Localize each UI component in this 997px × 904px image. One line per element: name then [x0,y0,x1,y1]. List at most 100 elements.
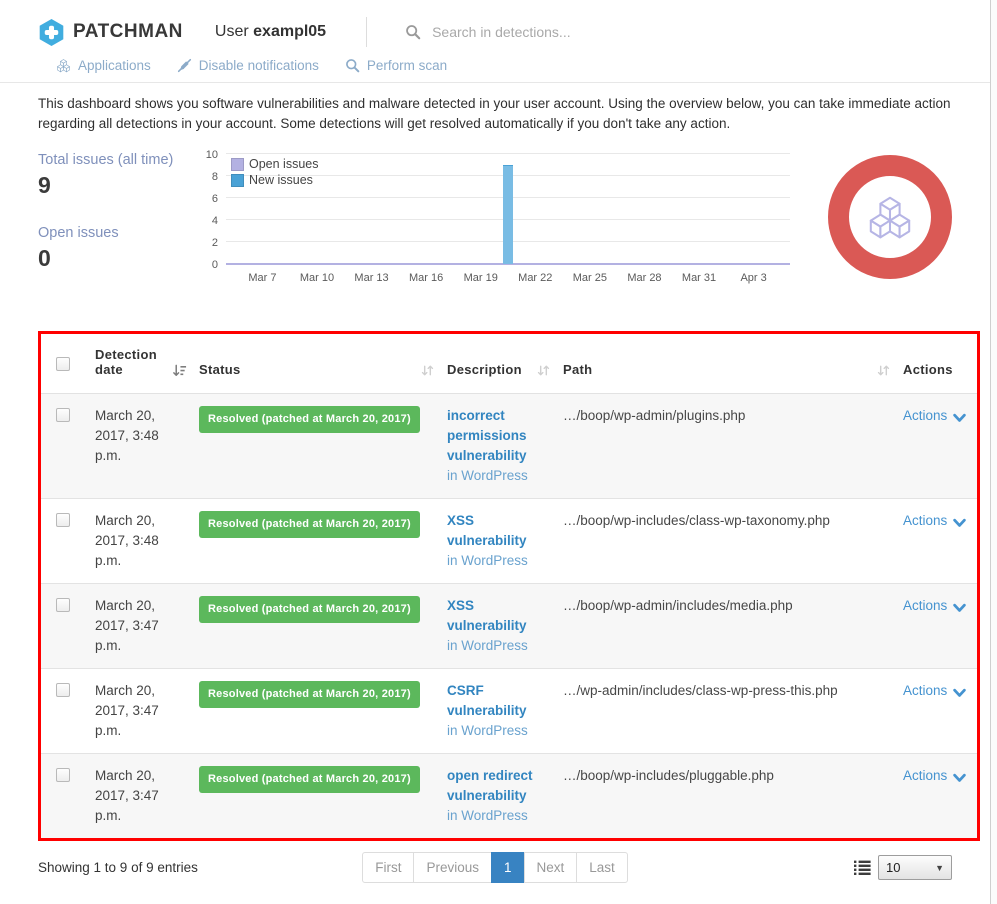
chevron-down-icon [953,413,966,423]
detection-date: March 20, 2017, 3:47 p.m. [87,754,191,839]
vulnerability-link[interactable]: XSS vulnerability [447,596,547,636]
detections-table-highlight: Detection dateStatusDescription Path Actio… [38,331,980,841]
column-header-path[interactable]: Path [555,334,895,394]
application-link[interactable]: in WordPress [447,721,547,741]
actions-label: Actions [903,766,947,786]
x-tick-label: Mar 31 [682,272,716,284]
actions-dropdown[interactable]: Actions [903,681,966,701]
page-button-previous[interactable]: Previous [413,852,492,883]
sort-icon [876,363,891,378]
row-checkbox[interactable] [56,683,70,697]
legend-label: Open issues [249,157,318,171]
application-link[interactable]: in WordPress [447,551,547,571]
column-header-status[interactable]: Status [191,334,439,394]
vulnerability-link[interactable]: open redirect vulnerability [447,766,547,806]
vulnerability-link[interactable]: incorrect permissions vulnerability [447,406,547,466]
row-checkbox[interactable] [56,598,70,612]
status-badge: Resolved (patched at March 20, 2017) [199,406,420,433]
table-row: March 20, 2017, 3:47 p.m. Resolved (patc… [41,754,977,839]
legend-label: New issues [249,173,313,187]
x-tick-label: Mar 22 [518,272,552,284]
cubes-icon [866,193,914,241]
actions-dropdown[interactable]: Actions [903,766,966,786]
new-issues-bar [503,165,513,264]
user-name: exampl05 [253,23,326,40]
column-header-description[interactable]: Description [439,334,555,394]
page-button-last[interactable]: Last [576,852,628,883]
user-label: User [215,23,249,40]
nav-link-applications[interactable]: Applications [56,58,151,73]
header-divider [366,17,367,47]
page-button-1[interactable]: 1 [491,852,525,883]
header-nav: Applications Disable notifications Perform… [56,58,997,73]
stat-value: 0 [38,245,200,272]
chart-gridline [226,153,790,154]
search-icon [345,58,360,73]
legend-swatch [231,158,244,171]
file-path: …/boop/wp-admin/plugins.php [563,408,745,423]
application-link[interactable]: in WordPress [447,636,547,656]
chart-legend: Open issues New issues [231,157,318,189]
application-link[interactable]: in WordPress [447,466,547,486]
detection-date: March 20, 2017, 3:48 p.m. [87,394,191,499]
status-badge: Resolved (patched at March 20, 2017) [199,681,420,708]
brand-name: PATCHMAN [73,21,183,43]
vulnerability-link[interactable]: CSRF vulnerability [447,681,547,721]
nav-link-label: Disable notifications [199,58,319,73]
search-input[interactable] [430,23,650,41]
search-icon [405,24,421,40]
select-all-checkbox[interactable] [56,357,70,371]
nav-link-disable-notifications[interactable]: Disable notifications [177,58,319,73]
cubes-icon [56,58,71,73]
issues-chart: 0246810 Open issuesNew issues Mar 7Mar 1… [200,149,800,301]
stats-panel: Total issues (all time)9Open issues0 [38,149,200,301]
status-badge: Resolved (patched at March 20, 2017) [199,766,420,793]
column-header-select [41,334,87,394]
search-bar [405,23,650,41]
page-scrollbar[interactable] [990,0,997,904]
x-tick-label: Mar 25 [573,272,607,284]
column-header-actions: Actions [895,334,977,394]
patchman-logo[interactable]: PATCHMAN [38,18,183,47]
table-header-row: Detection dateStatusDescription Path Actio… [41,334,977,394]
vulnerability-link[interactable]: XSS vulnerability [447,511,547,551]
y-tick-label: 8 [198,171,218,183]
actions-label: Actions [903,406,947,426]
legend-entry: Open issues [231,157,318,171]
chevron-down-icon [953,773,966,783]
app-header: PATCHMAN User exampl05 Applications Disab… [0,0,997,83]
row-checkbox[interactable] [56,408,70,422]
row-checkbox[interactable] [56,513,70,527]
y-tick-label: 6 [198,193,218,205]
dashboard-overview: Total issues (all time)9Open issues0 024… [38,149,980,301]
notifications-off-icon [177,58,192,73]
dashboard-intro: This dashboard shows you software vulner… [38,94,968,133]
file-path: …/wp-admin/includes/class-wp-press-this.… [563,683,838,698]
x-tick-label: Apr 3 [740,272,766,284]
entries-summary: Showing 1 to 9 of 9 entries [38,860,362,875]
file-path: …/boop/wp-includes/pluggable.php [563,768,774,783]
detection-date: March 20, 2017, 3:48 p.m. [87,499,191,584]
chart-y-axis: 0246810 [200,154,220,264]
page-button-next[interactable]: Next [524,852,578,883]
x-tick-label: Mar 19 [464,272,498,284]
actions-dropdown[interactable]: Actions [903,406,966,426]
column-header-date[interactable]: Detection date [87,334,191,394]
column-label: Path [563,362,592,377]
legend-swatch [231,174,244,187]
x-tick-label: Mar 7 [248,272,276,284]
x-tick-label: Mar 28 [627,272,661,284]
table-row: March 20, 2017, 3:47 p.m. Resolved (patc… [41,584,977,669]
row-checkbox[interactable] [56,768,70,782]
page-button-first[interactable]: First [362,852,414,883]
y-tick-label: 10 [198,149,218,161]
hexagon-plus-icon [38,18,65,47]
pagination: FirstPrevious1NextLast [362,852,628,883]
sort-icon [420,363,435,378]
actions-dropdown[interactable]: Actions [903,511,966,531]
page-length-select[interactable]: 10 ▼ [878,855,952,880]
nav-link-perform-scan[interactable]: Perform scan [345,58,447,73]
actions-dropdown[interactable]: Actions [903,596,966,616]
stat-value: 9 [38,172,200,199]
application-link[interactable]: in WordPress [447,806,547,826]
